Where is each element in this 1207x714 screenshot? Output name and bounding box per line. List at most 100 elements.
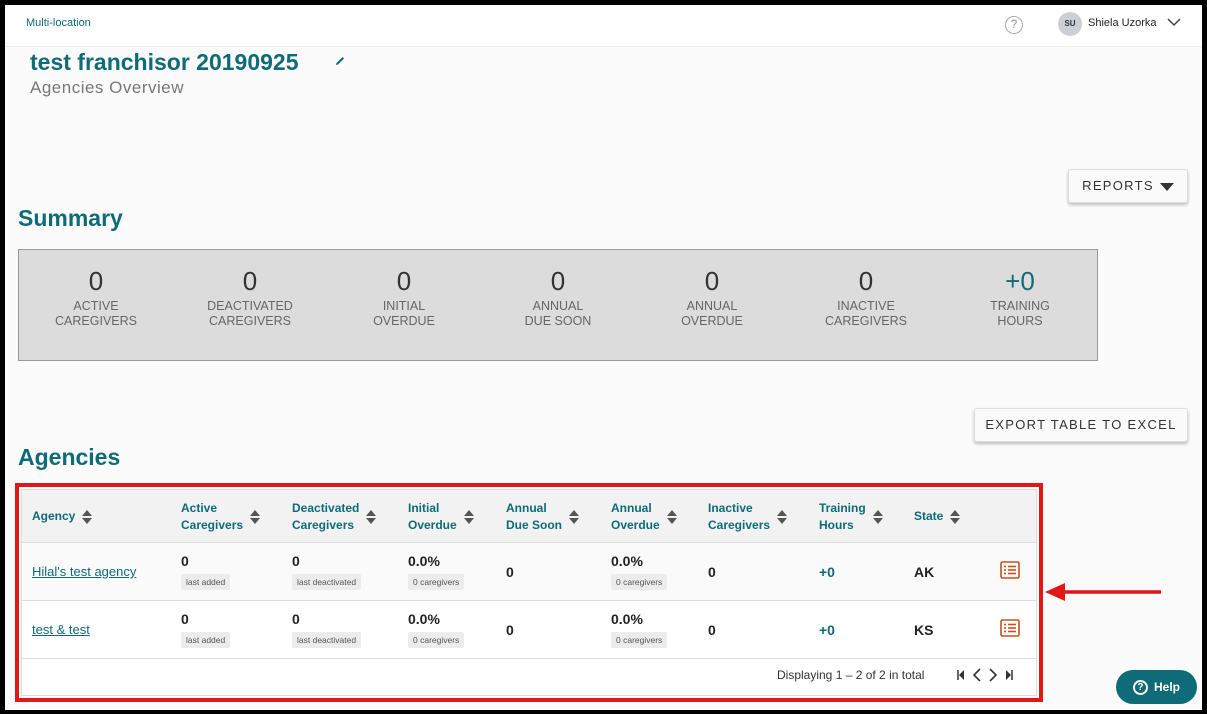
training-hours-value[interactable]: +0 — [819, 622, 835, 638]
user-name[interactable]: Shiela Uzorka — [1088, 17, 1156, 29]
chevron-down-icon[interactable] — [1167, 17, 1181, 27]
column-agency[interactable]: Agency — [32, 490, 93, 543]
deactivated-tag: last deactivated — [292, 574, 362, 590]
annual-overdue-cell: 0.0% 0 caregivers — [611, 601, 668, 658]
pager-summary: Displaying 1 – 2 of 2 in total — [777, 668, 925, 682]
table-row: Hilal's test agency 0 last added 0 last … — [22, 543, 1036, 601]
annual-overdue-value: 0.0% — [611, 553, 643, 569]
column-annual-overdue[interactable]: Annual Overdue — [611, 490, 678, 543]
initial-overdue-cell: 0.0% 0 caregivers — [408, 601, 465, 658]
column-initial-overdue[interactable]: Initial Overdue — [408, 490, 475, 543]
inactive-value: 0 — [708, 563, 716, 580]
stat-value: 0 — [396, 266, 412, 296]
help-label: Help — [1153, 680, 1180, 694]
stat-label: ANNUAL OVERDUE — [681, 299, 743, 328]
annual-due-soon-cell: 0 — [506, 601, 514, 658]
state-value: KS — [914, 621, 934, 638]
initial-overdue-tag: 0 caregivers — [408, 632, 465, 648]
column-inactive-caregivers[interactable]: Inactive Caregivers — [708, 490, 788, 543]
page-subtitle: Agencies Overview — [30, 78, 185, 97]
first-page-icon[interactable] — [956, 668, 966, 682]
agency-cell: test & test — [32, 601, 90, 658]
annual-due-soon-cell: 0 — [506, 543, 514, 600]
inactive-cell: 0 — [708, 543, 716, 600]
reports-label: REPORTS — [1082, 178, 1154, 193]
training-hours-cell: +0 — [819, 543, 835, 600]
stat-value: 0 — [550, 266, 566, 296]
deactivated-cell: 0 last deactivated — [292, 601, 362, 658]
stat-value: +0 — [1005, 266, 1035, 296]
deactivated-tag: last deactivated — [292, 632, 362, 648]
sort-icon — [366, 509, 377, 524]
summary-heading: Summary — [18, 205, 123, 231]
state-value: AK — [914, 563, 935, 580]
stat-label: TRAINING HOURS — [990, 299, 1050, 328]
stat-value: 0 — [858, 266, 874, 296]
initial-overdue-cell: 0.0% 0 caregivers — [408, 543, 465, 600]
active-tag: last added — [181, 574, 231, 590]
stat-deactivated-caregivers: 0 DEACTIVATED CAREGIVERS — [173, 266, 327, 329]
inactive-value: 0 — [708, 621, 716, 638]
sort-icon — [82, 509, 93, 524]
annual-overdue-cell: 0.0% 0 caregivers — [611, 543, 668, 600]
stat-annual-overdue: 0 ANNUAL OVERDUE — [635, 266, 789, 329]
list-icon[interactable] — [1000, 561, 1020, 579]
agencies-heading: Agencies — [18, 444, 121, 470]
agency-link[interactable]: test & test — [32, 622, 90, 637]
stat-training-hours: +0 TRAINING HOURS — [943, 266, 1097, 329]
annual-overdue-value: 0.0% — [611, 611, 643, 627]
help-button[interactable]: ? Help — [1116, 670, 1197, 704]
next-page-icon[interactable] — [988, 668, 998, 682]
table-header: Agency Active Caregivers Deactivated Careg… — [22, 490, 1036, 543]
annual-overdue-tag: 0 caregivers — [611, 632, 668, 648]
summary-panel: 0 ACTIVE CAREGIVERS 0 DEACTIVATED CAREGIVE… — [18, 249, 1098, 361]
avatar[interactable]: SU — [1058, 12, 1082, 36]
sort-icon — [777, 509, 788, 524]
list-icon[interactable] — [1000, 619, 1020, 637]
column-training-hours[interactable]: Training Hours — [819, 490, 884, 543]
stat-value: 0 — [704, 266, 720, 296]
stat-annual-due-soon: 0 ANNUAL DUE SOON — [481, 266, 635, 329]
pencil-icon[interactable] — [334, 55, 346, 67]
deactivated-cell: 0 last deactivated — [292, 543, 362, 600]
annual-overdue-tag: 0 caregivers — [611, 574, 668, 590]
state-cell: AK — [914, 543, 934, 600]
caret-down-icon — [1159, 182, 1174, 191]
deactivated-value: 0 — [292, 611, 300, 627]
sort-icon — [463, 509, 474, 524]
agencies-table: Agency Active Caregivers Deactivated Careg… — [21, 489, 1037, 696]
column-deactivated-caregivers[interactable]: Deactivated Caregivers — [292, 490, 377, 543]
reports-button[interactable]: REPORTS — [1068, 169, 1188, 203]
column-state[interactable]: State — [914, 490, 961, 543]
agency-link[interactable]: Hilal's test agency — [32, 564, 136, 579]
annual-due-soon-value: 0 — [506, 621, 514, 638]
page-title: test franchisor 20190925 — [30, 49, 299, 75]
sort-icon — [872, 509, 883, 524]
active-value: 0 — [181, 611, 189, 627]
state-cell: KS — [914, 601, 933, 658]
question-circle-icon[interactable]: ? — [1005, 16, 1023, 34]
top-bar: Multi-location ? SU Shiela Uzorka — [5, 5, 1202, 47]
active-cell: 0 last added — [181, 601, 231, 658]
table-row: test & test 0 last added 0 last deactiva… — [22, 601, 1036, 659]
prev-page-icon[interactable] — [972, 668, 982, 682]
training-hours-value[interactable]: +0 — [819, 564, 835, 580]
annual-due-soon-value: 0 — [506, 563, 514, 580]
initial-overdue-tag: 0 caregivers — [408, 574, 465, 590]
deactivated-value: 0 — [292, 553, 300, 569]
stat-initial-overdue: 0 INITIAL OVERDUE — [327, 266, 481, 329]
stat-active-caregivers: 0 ACTIVE CAREGIVERS — [19, 266, 173, 329]
last-page-icon[interactable] — [1004, 668, 1014, 682]
sort-icon — [250, 509, 261, 524]
export-excel-button[interactable]: EXPORT TABLE TO EXCEL — [974, 408, 1188, 442]
app-frame: Multi-location ? SU Shiela Uzorka test f… — [5, 5, 1202, 710]
column-annual-due-soon[interactable]: Annual Due Soon — [506, 490, 580, 543]
stat-label: INACTIVE CAREGIVERS — [825, 299, 907, 328]
training-hours-cell: +0 — [819, 601, 835, 658]
active-tag: last added — [181, 632, 231, 648]
sort-icon — [950, 509, 961, 524]
stat-value: 0 — [88, 266, 104, 296]
initial-overdue-value: 0.0% — [408, 611, 440, 627]
column-active-caregivers[interactable]: Active Caregivers — [181, 490, 261, 543]
brand-label[interactable]: Multi-location — [26, 17, 91, 29]
